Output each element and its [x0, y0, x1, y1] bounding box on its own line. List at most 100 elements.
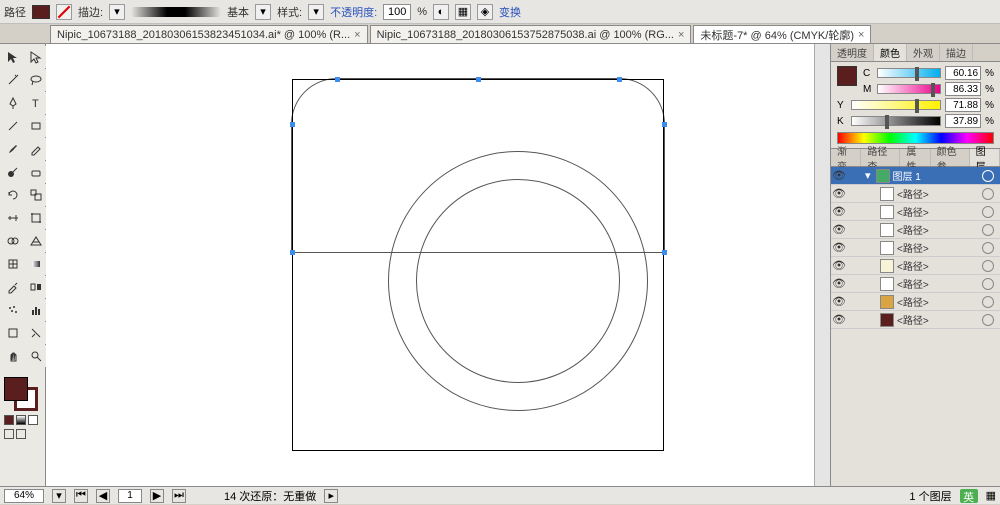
layer-row[interactable]: 👁 <路径>	[831, 311, 1000, 329]
transform-link[interactable]: 变换	[499, 4, 521, 20]
anchor-point[interactable]	[290, 122, 295, 127]
stroke-weight-dropdown[interactable]: ▾	[109, 4, 125, 20]
visibility-icon[interactable]: 👁	[831, 241, 847, 254]
selection-tool[interactable]	[2, 46, 24, 68]
paintbrush-tool[interactable]	[2, 138, 24, 160]
path-name[interactable]: <路径>	[897, 312, 982, 327]
anchor-point[interactable]	[290, 250, 295, 255]
scale-tool[interactable]	[25, 184, 47, 206]
path-name[interactable]: <路径>	[897, 186, 982, 201]
magenta-input[interactable]	[945, 82, 981, 96]
transform-icon[interactable]: ◈	[477, 4, 493, 20]
visibility-icon[interactable]: 👁	[831, 259, 847, 272]
visibility-icon[interactable]: 👁	[831, 313, 847, 326]
rotate-tool[interactable]	[2, 184, 24, 206]
layer-row[interactable]: 👁 <路径>	[831, 257, 1000, 275]
panel-fill-swatch[interactable]	[837, 66, 857, 86]
layer-row[interactable]: 👁 <路径>	[831, 293, 1000, 311]
pencil-tool[interactable]	[25, 138, 47, 160]
anchor-point[interactable]	[662, 250, 667, 255]
layer-row[interactable]: 👁 <路径>	[831, 221, 1000, 239]
path-name[interactable]: <路径>	[897, 240, 982, 255]
zoom-input[interactable]	[4, 489, 44, 503]
gradient-tool[interactable]	[25, 253, 47, 275]
direct-selection-tool[interactable]	[25, 46, 47, 68]
opacity-label[interactable]: 不透明度:	[330, 4, 377, 20]
width-tool[interactable]	[2, 207, 24, 229]
symbol-sprayer-tool[interactable]	[2, 299, 24, 321]
visibility-icon[interactable]: 👁	[831, 223, 847, 236]
shape-builder-tool[interactable]	[2, 230, 24, 252]
blob-brush-tool[interactable]	[2, 161, 24, 183]
target-icon[interactable]	[982, 260, 994, 272]
recolor-icon[interactable]: ◐	[433, 4, 449, 20]
eraser-tool[interactable]	[25, 161, 47, 183]
status-dropdown[interactable]: ▸	[324, 489, 338, 503]
target-icon[interactable]	[982, 170, 994, 182]
doc-tab-1[interactable]: Nipic_10673188_20180306153823451034.ai* …	[50, 25, 368, 43]
cyan-input[interactable]	[945, 66, 981, 80]
pen-tool[interactable]	[2, 92, 24, 114]
line-tool[interactable]	[2, 115, 24, 137]
tab-color-guide[interactable]: 颜色参	[931, 149, 970, 166]
align-icon[interactable]: ▦	[455, 4, 471, 20]
page-input[interactable]	[118, 489, 142, 503]
target-icon[interactable]	[982, 314, 994, 326]
blend-tool[interactable]	[25, 276, 47, 298]
tab-layers[interactable]: 图层	[970, 149, 1000, 166]
canvas[interactable]	[46, 44, 830, 486]
doc-tab-3[interactable]: 未标题-7* @ 64% (CMYK/轮廓) ×	[693, 25, 871, 43]
yellow-input[interactable]	[945, 98, 981, 112]
brush-dropdown[interactable]: ▾	[255, 4, 271, 20]
tab-appearance[interactable]: 外观	[907, 44, 940, 61]
type-tool[interactable]: T	[25, 92, 47, 114]
layer-row-top[interactable]: 👁 ▾ 图层 1	[831, 167, 1000, 185]
no-fill-icon[interactable]	[56, 4, 72, 20]
layer-name[interactable]: 图层 1	[893, 168, 982, 183]
path-name[interactable]: <路径>	[897, 204, 982, 219]
close-icon[interactable]: ×	[858, 29, 864, 41]
target-icon[interactable]	[982, 278, 994, 290]
perspective-grid-tool[interactable]	[25, 230, 47, 252]
target-icon[interactable]	[982, 224, 994, 236]
anchor-point[interactable]	[662, 122, 667, 127]
rectangle-tool[interactable]	[25, 115, 47, 137]
anchor-point[interactable]	[617, 77, 622, 82]
free-transform-tool[interactable]	[25, 207, 47, 229]
style-dropdown[interactable]: ▾	[308, 4, 324, 20]
cyan-slider[interactable]	[877, 68, 941, 78]
ime-indicator[interactable]: 英	[960, 489, 978, 503]
target-icon[interactable]	[982, 296, 994, 308]
artboard-tool[interactable]	[2, 322, 24, 344]
eyedropper-tool[interactable]	[2, 276, 24, 298]
layer-row[interactable]: 👁 <路径>	[831, 185, 1000, 203]
screen-mode-icon-2[interactable]	[16, 429, 26, 439]
tab-stroke[interactable]: 描边	[940, 44, 973, 61]
zoom-tool[interactable]	[25, 345, 47, 367]
none-mode-icon[interactable]	[28, 415, 38, 425]
first-page-icon[interactable]: ⏮	[74, 489, 88, 503]
mesh-tool[interactable]	[2, 253, 24, 275]
visibility-icon[interactable]: 👁	[831, 169, 847, 182]
tab-attributes[interactable]: 属性	[900, 149, 930, 166]
layer-row[interactable]: 👁 <路径>	[831, 275, 1000, 293]
layer-row[interactable]: 👁 <路径>	[831, 203, 1000, 221]
anchor-point[interactable]	[335, 77, 340, 82]
doc-tab-2[interactable]: Nipic_10673188_20180306153752875038.ai @…	[370, 25, 692, 43]
magic-wand-tool[interactable]	[2, 69, 24, 91]
hand-tool[interactable]	[2, 345, 24, 367]
visibility-icon[interactable]: 👁	[831, 205, 847, 218]
next-page-icon[interactable]: ▶	[150, 489, 164, 503]
magenta-slider[interactable]	[877, 84, 941, 94]
zoom-dropdown[interactable]: ▾	[52, 489, 66, 503]
visibility-icon[interactable]: 👁	[831, 187, 847, 200]
path-name[interactable]: <路径>	[897, 276, 982, 291]
screen-mode-icon[interactable]	[4, 429, 14, 439]
layer-row[interactable]: 👁 <路径>	[831, 239, 1000, 257]
target-icon[interactable]	[982, 206, 994, 218]
tab-color[interactable]: 颜色	[874, 44, 907, 61]
yellow-slider[interactable]	[851, 100, 941, 110]
path-name[interactable]: <路径>	[897, 294, 982, 309]
opacity-input[interactable]	[383, 4, 411, 20]
tab-transparency[interactable]: 透明度	[831, 44, 874, 61]
